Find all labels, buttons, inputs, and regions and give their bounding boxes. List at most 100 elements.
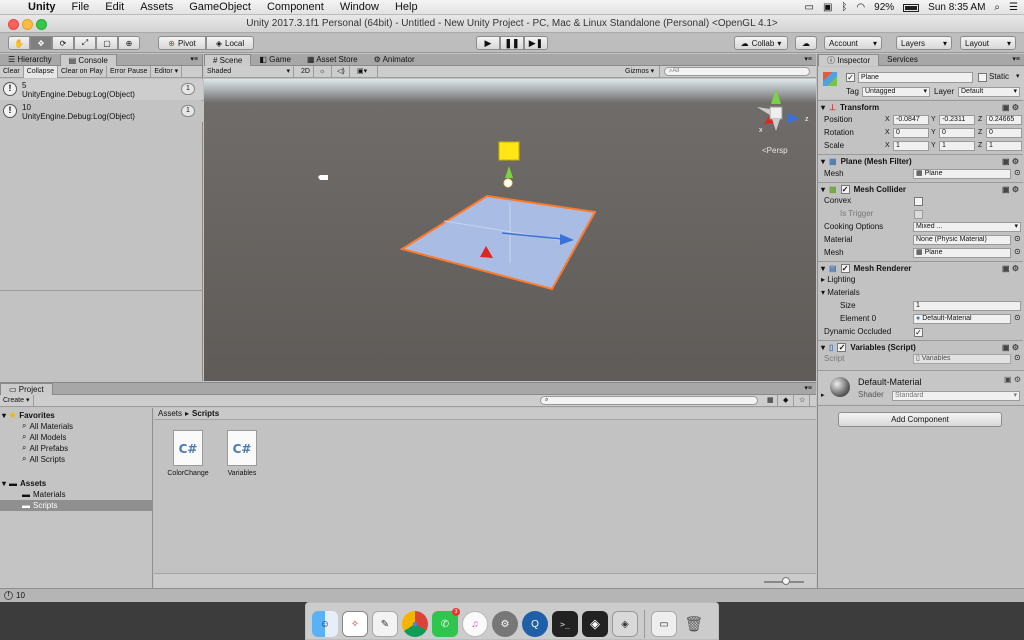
favorite-search-button[interactable]: ☆ (796, 395, 810, 407)
collapsed-arrow-icon[interactable]: ▸ (821, 391, 825, 399)
menu-edit[interactable]: Edit (97, 0, 132, 15)
menu-component[interactable]: Component (259, 0, 332, 15)
notification-center-icon[interactable]: ☰ (1009, 2, 1018, 13)
local-toggle-button[interactable]: ◈ Local (206, 36, 254, 50)
tab-scene[interactable]: # Scene (204, 53, 252, 66)
lighting-foldout[interactable]: ▸ Lighting (821, 274, 855, 286)
position-x-input[interactable]: -0.0847 (893, 115, 929, 125)
close-window-button[interactable] (8, 19, 19, 30)
mesh-renderer-header[interactable]: ▾ ▤ ✓ Mesh Renderer ▣ ⚙ (818, 261, 1023, 275)
dynamic-occluded-checkbox[interactable]: ✓ (914, 328, 923, 337)
search-by-label-button[interactable]: ◆ (780, 395, 794, 407)
finder-icon[interactable]: ☺ (312, 611, 338, 637)
apple-icon[interactable] (0, 0, 20, 15)
script-field[interactable]: ▯ Variables (913, 354, 1011, 364)
tab-animator[interactable]: ⚙ Animator (366, 54, 423, 66)
collider-material-field[interactable]: None (Physic Material) (913, 235, 1011, 245)
material-preview-sphere[interactable] (830, 377, 850, 397)
rotation-x-input[interactable]: 0 (893, 128, 929, 138)
size-input[interactable]: 1 (913, 301, 1021, 311)
active-checkbox[interactable]: ✓ (846, 73, 855, 82)
menu-help[interactable]: Help (387, 0, 426, 15)
breadcrumb-scripts[interactable]: Scripts (192, 409, 219, 418)
zoom-window-button[interactable] (36, 19, 47, 30)
static-checkbox[interactable] (978, 73, 987, 82)
component-enabled-checkbox[interactable]: ✓ (840, 264, 850, 273)
pause-button[interactable]: ❚❚ (500, 36, 524, 50)
tree-favorites[interactable]: ▾ ★ Favorites (2, 410, 55, 420)
scale-x-input[interactable]: 1 (893, 141, 929, 151)
tree-item-scripts[interactable]: ▬ Scripts (0, 500, 153, 511)
position-z-input[interactable]: 0.24665 (986, 115, 1022, 125)
gear-icon[interactable]: ▣ ⚙ (1004, 375, 1021, 384)
object-picker-icon[interactable]: ⊙ (1014, 168, 1021, 177)
transform-header[interactable]: ▾ ⊥ Transform ▣ ⚙ (818, 100, 1023, 114)
rect-tool-button[interactable]: ▢ (96, 36, 118, 50)
gizmo-center-cube[interactable] (769, 106, 783, 120)
menu-gameobject[interactable]: GameObject (181, 0, 259, 15)
panel-menu-icon[interactable]: ▾≡ (804, 55, 812, 63)
transform-tool-button[interactable]: ⊕ (118, 36, 140, 50)
rotate-tool-button[interactable]: ⟳ (52, 36, 74, 50)
tab-services[interactable]: Services (879, 54, 926, 66)
menu-app-name[interactable]: Unity (20, 0, 64, 15)
tree-item-all-models[interactable]: ⌕ All Models (22, 432, 66, 442)
mesh-field[interactable]: ▦ Plane (913, 169, 1011, 179)
scene-viewport[interactable]: x z <Persp (204, 79, 816, 381)
terminal-icon[interactable]: >_ (552, 611, 578, 637)
tab-console[interactable]: ▤ Console (59, 53, 117, 66)
text-edit-icon[interactable]: ✎ (372, 611, 398, 637)
airplay-icon[interactable]: ▭ (805, 2, 814, 13)
tree-item-materials[interactable]: ▬ Materials (22, 489, 65, 499)
scene-search-input[interactable]: ⌕All (664, 67, 810, 76)
shader-dropdown[interactable]: Standard ▾ (892, 391, 1020, 401)
bluetooth-icon[interactable]: ᛒ (841, 2, 847, 13)
object-picker-icon[interactable]: ⊙ (1014, 234, 1021, 243)
rotation-y-input[interactable]: 0 (939, 128, 975, 138)
static-dropdown-icon[interactable]: ▾ (1016, 72, 1020, 80)
rotation-z-input[interactable]: 0 (986, 128, 1022, 138)
scale-tool-button[interactable]: ⤢ (74, 36, 96, 50)
search-by-type-button[interactable]: ▦ (764, 395, 778, 407)
gear-icon[interactable]: ▣ ⚙ (1002, 262, 1019, 276)
tab-game[interactable]: ◧ Game (251, 54, 299, 66)
materials-foldout[interactable]: ▾ Materials (821, 287, 860, 299)
tab-asset-store[interactable]: ▦ Asset Store (299, 54, 366, 66)
gear-icon[interactable]: ▣ ⚙ (1002, 101, 1019, 115)
tree-item-all-materials[interactable]: ⌕ All Materials (22, 421, 73, 431)
error-pause-toggle[interactable]: Error Pause (107, 65, 152, 78)
layer-dropdown[interactable]: Default ▾ (958, 87, 1020, 97)
unity-hub-icon[interactable]: ◈ (612, 611, 638, 637)
battery-icon[interactable] (903, 3, 920, 12)
console-splitter[interactable] (0, 290, 203, 291)
scale-y-input[interactable]: 1 (939, 141, 975, 151)
audio-toggle[interactable]: ◁) (334, 66, 350, 78)
display-icon[interactable]: ▣ (823, 2, 832, 13)
play-button[interactable]: ▶ (476, 36, 500, 50)
account-dropdown[interactable]: Account ▾ (824, 36, 882, 50)
object-picker-icon[interactable]: ⊙ (1014, 313, 1021, 322)
screen-capture-icon[interactable]: ▭ (651, 611, 677, 637)
light-gizmo-arrow[interactable] (505, 166, 513, 178)
layout-dropdown[interactable]: Layout ▾ (960, 36, 1016, 50)
project-search-input[interactable]: ⌕ (540, 396, 758, 405)
element-0-field[interactable]: ● Default-Material (913, 314, 1011, 324)
facetime-icon[interactable]: ✆ 3 (432, 608, 460, 637)
pivot-toggle-button[interactable]: ⊕ Pivot (158, 36, 206, 50)
component-enabled-checkbox[interactable]: ✓ (840, 185, 850, 194)
tag-dropdown[interactable]: Untagged ▾ (862, 87, 930, 97)
gizmo-neg-cone[interactable] (772, 119, 780, 131)
is-trigger-checkbox[interactable] (914, 210, 923, 219)
camera-gizmo-icon[interactable] (318, 175, 328, 180)
tab-project[interactable]: ▭ Project (0, 382, 53, 395)
safari-icon[interactable]: ✧ (342, 611, 368, 637)
tab-hierarchy[interactable]: ☰ Hierarchy (0, 54, 60, 66)
log-entry[interactable]: ! 10 UnityEngine.Debug:Log(Object) 1 (0, 101, 203, 122)
quicktime-icon[interactable]: Q (522, 611, 548, 637)
cloud-services-button[interactable]: ☁ (795, 36, 817, 50)
2d-toggle[interactable]: 2D (298, 66, 314, 78)
collider-mesh-field[interactable]: ▦ Plane (913, 248, 1011, 258)
gizmo-z-cone[interactable] (788, 113, 800, 123)
trash-icon[interactable]: 🗑 (681, 611, 707, 637)
gear-icon[interactable]: ▣ ⚙ (1002, 183, 1019, 197)
